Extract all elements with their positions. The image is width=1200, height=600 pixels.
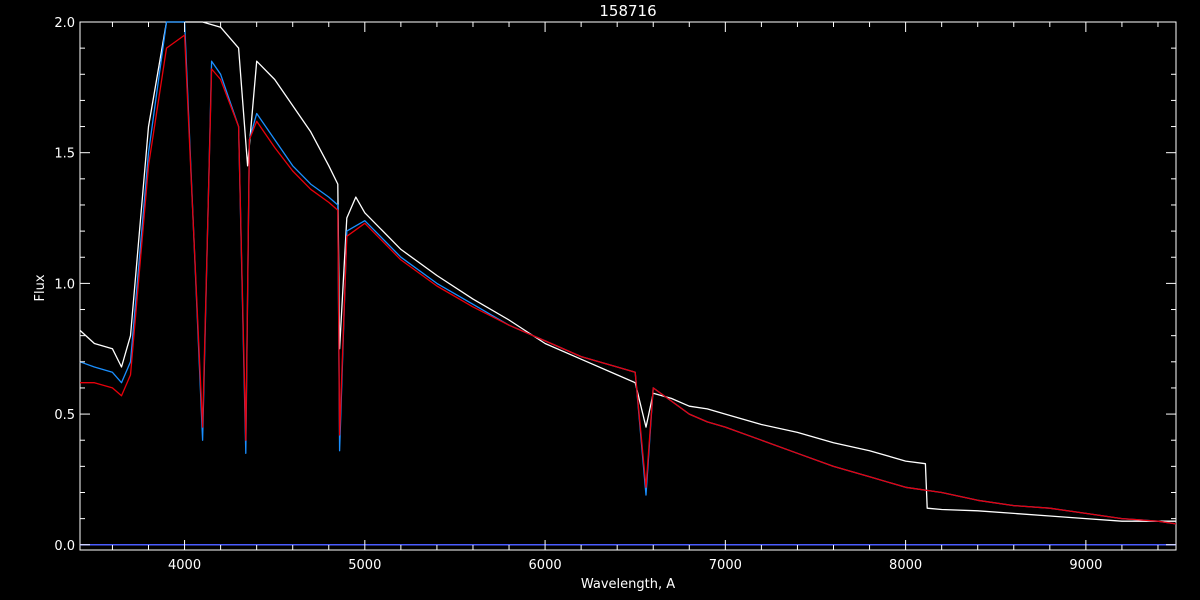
- y-tick-label: 0.0: [54, 539, 75, 554]
- x-axis-label: Wavelength, A: [581, 577, 675, 592]
- plot-background: [0, 0, 1200, 600]
- spectrum-chart: 4000 5000 6000 7000 8000 90000.00.51.01.52.0 …: [0, 0, 1200, 600]
- y-tick-label: 2.0: [54, 16, 75, 31]
- x-tick-label: 5000: [348, 558, 381, 573]
- y-tick-label: 0.5: [54, 408, 75, 423]
- x-tick-label: 4000: [168, 558, 201, 573]
- y-axis-label: Flux: [33, 274, 48, 301]
- y-tick-label: 1.5: [54, 147, 75, 162]
- x-tick-label: 9000: [1069, 558, 1102, 573]
- y-tick-label: 1.0: [54, 277, 75, 292]
- plot-title: 158716: [599, 2, 656, 20]
- x-tick-label: 7000: [709, 558, 742, 573]
- x-tick-label: 6000: [529, 558, 562, 573]
- x-tick-label: 8000: [889, 558, 922, 573]
